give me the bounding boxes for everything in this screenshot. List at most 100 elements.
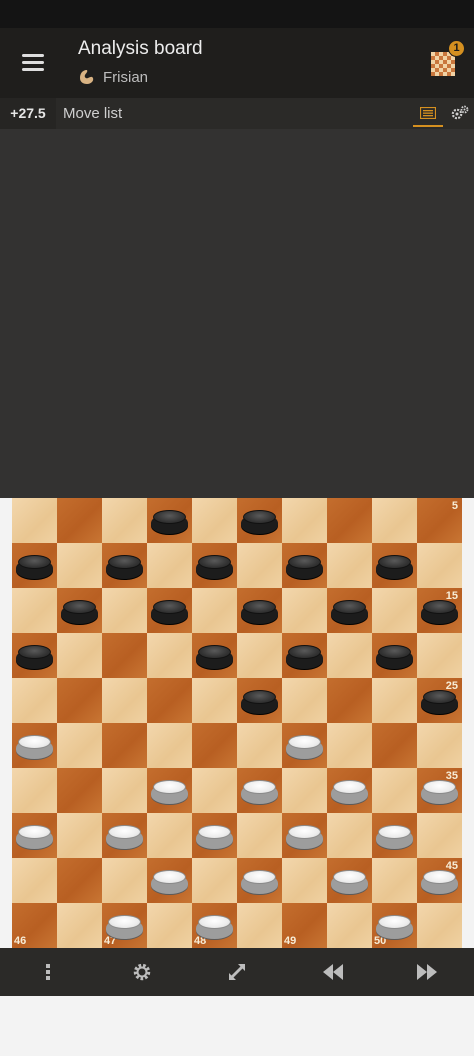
board-square-43[interactable]	[237, 858, 282, 903]
black-piece[interactable]	[421, 688, 458, 714]
page-title: Analysis board	[78, 38, 203, 59]
move-list-label[interactable]: Move list	[63, 98, 122, 129]
board-square-46[interactable]: 46	[12, 903, 57, 948]
draughts-board[interactable]: 5 15 25 35 45 46 47 48 49 50	[12, 498, 462, 948]
white-piece[interactable]	[106, 823, 143, 849]
white-piece[interactable]	[331, 778, 368, 804]
board-square-26[interactable]	[12, 723, 57, 768]
board-square-15[interactable]: 15	[417, 588, 462, 633]
board-square-19[interactable]	[282, 633, 327, 678]
white-piece[interactable]	[151, 778, 188, 804]
board-square-22[interactable]	[147, 678, 192, 723]
board-square-14[interactable]	[327, 588, 372, 633]
board-square-50[interactable]: 50	[372, 903, 417, 948]
board-square-7[interactable]	[102, 543, 147, 588]
board-square-13[interactable]	[237, 588, 282, 633]
board-square-21[interactable]	[57, 678, 102, 723]
board-square-40[interactable]	[372, 813, 417, 858]
black-piece[interactable]	[286, 643, 323, 669]
black-piece[interactable]	[241, 688, 278, 714]
board-square-32[interactable]	[147, 768, 192, 813]
board-square-41[interactable]	[57, 858, 102, 903]
black-piece[interactable]	[61, 598, 98, 624]
board-square-25[interactable]: 25	[417, 678, 462, 723]
board-square-1[interactable]	[57, 498, 102, 543]
board-square-31[interactable]	[57, 768, 102, 813]
black-piece[interactable]	[151, 598, 188, 624]
white-piece[interactable]	[376, 913, 413, 939]
menu-button[interactable]	[14, 48, 52, 78]
black-piece[interactable]	[106, 553, 143, 579]
black-piece[interactable]	[241, 598, 278, 624]
board-square-36[interactable]	[12, 813, 57, 858]
black-piece[interactable]	[16, 643, 53, 669]
white-piece[interactable]	[331, 868, 368, 894]
black-piece[interactable]	[376, 643, 413, 669]
black-piece[interactable]	[196, 643, 233, 669]
previous-move-button[interactable]	[308, 948, 356, 996]
white-piece[interactable]	[421, 778, 458, 804]
board-square-45[interactable]: 45	[417, 858, 462, 903]
board-square-38[interactable]	[192, 813, 237, 858]
white-piece[interactable]	[106, 913, 143, 939]
board-square-20[interactable]	[372, 633, 417, 678]
board-square-23[interactable]	[237, 678, 282, 723]
white-piece[interactable]	[196, 823, 233, 849]
board-square-18[interactable]	[192, 633, 237, 678]
white-piece[interactable]	[16, 733, 53, 759]
white-piece[interactable]	[196, 913, 233, 939]
white-piece[interactable]	[376, 823, 413, 849]
board-square-17[interactable]	[102, 633, 147, 678]
settings-button[interactable]	[118, 948, 166, 996]
board-square-28[interactable]	[192, 723, 237, 768]
board-square-33[interactable]	[237, 768, 282, 813]
board-thumbnail-button[interactable]: 1	[429, 40, 465, 78]
black-piece[interactable]	[421, 598, 458, 624]
board-square-8[interactable]	[192, 543, 237, 588]
board-square-42[interactable]	[147, 858, 192, 903]
board-square-30[interactable]	[372, 723, 417, 768]
tab-engine-settings[interactable]	[449, 101, 471, 125]
white-piece[interactable]	[241, 868, 278, 894]
board-square-6[interactable]	[12, 543, 57, 588]
board-square-49[interactable]: 49	[282, 903, 327, 948]
board-square-4[interactable]	[327, 498, 372, 543]
white-piece[interactable]	[421, 868, 458, 894]
black-piece[interactable]	[286, 553, 323, 579]
board-square-light	[417, 543, 462, 588]
white-piece[interactable]	[151, 868, 188, 894]
more-options-button[interactable]	[24, 948, 72, 996]
black-piece[interactable]	[376, 553, 413, 579]
white-piece[interactable]	[16, 823, 53, 849]
white-piece[interactable]	[241, 778, 278, 804]
tab-move-list[interactable]	[413, 101, 443, 127]
white-piece[interactable]	[286, 733, 323, 759]
board-square-34[interactable]	[327, 768, 372, 813]
board-square-39[interactable]	[282, 813, 327, 858]
board-square-16[interactable]	[12, 633, 57, 678]
board-square-27[interactable]	[102, 723, 147, 768]
board-square-9[interactable]	[282, 543, 327, 588]
flip-board-button[interactable]	[213, 948, 261, 996]
board-square-12[interactable]	[147, 588, 192, 633]
board-square-24[interactable]	[327, 678, 372, 723]
next-move-button[interactable]	[402, 948, 450, 996]
white-piece[interactable]	[286, 823, 323, 849]
board-square-47[interactable]: 47	[102, 903, 147, 948]
board-square-3[interactable]	[237, 498, 282, 543]
board-square-29[interactable]	[282, 723, 327, 768]
black-piece[interactable]	[16, 553, 53, 579]
board-square-11[interactable]	[57, 588, 102, 633]
black-piece[interactable]	[241, 508, 278, 534]
board-square-35[interactable]: 35	[417, 768, 462, 813]
board-square-10[interactable]	[372, 543, 417, 588]
black-piece[interactable]	[151, 508, 188, 534]
black-piece[interactable]	[196, 553, 233, 579]
board-square-44[interactable]	[327, 858, 372, 903]
board-square-5[interactable]: 5	[417, 498, 462, 543]
board-square-37[interactable]	[102, 813, 147, 858]
board-square-2[interactable]	[147, 498, 192, 543]
black-piece[interactable]	[331, 598, 368, 624]
board-square-48[interactable]: 48	[192, 903, 237, 948]
system-status-bar	[0, 0, 474, 28]
